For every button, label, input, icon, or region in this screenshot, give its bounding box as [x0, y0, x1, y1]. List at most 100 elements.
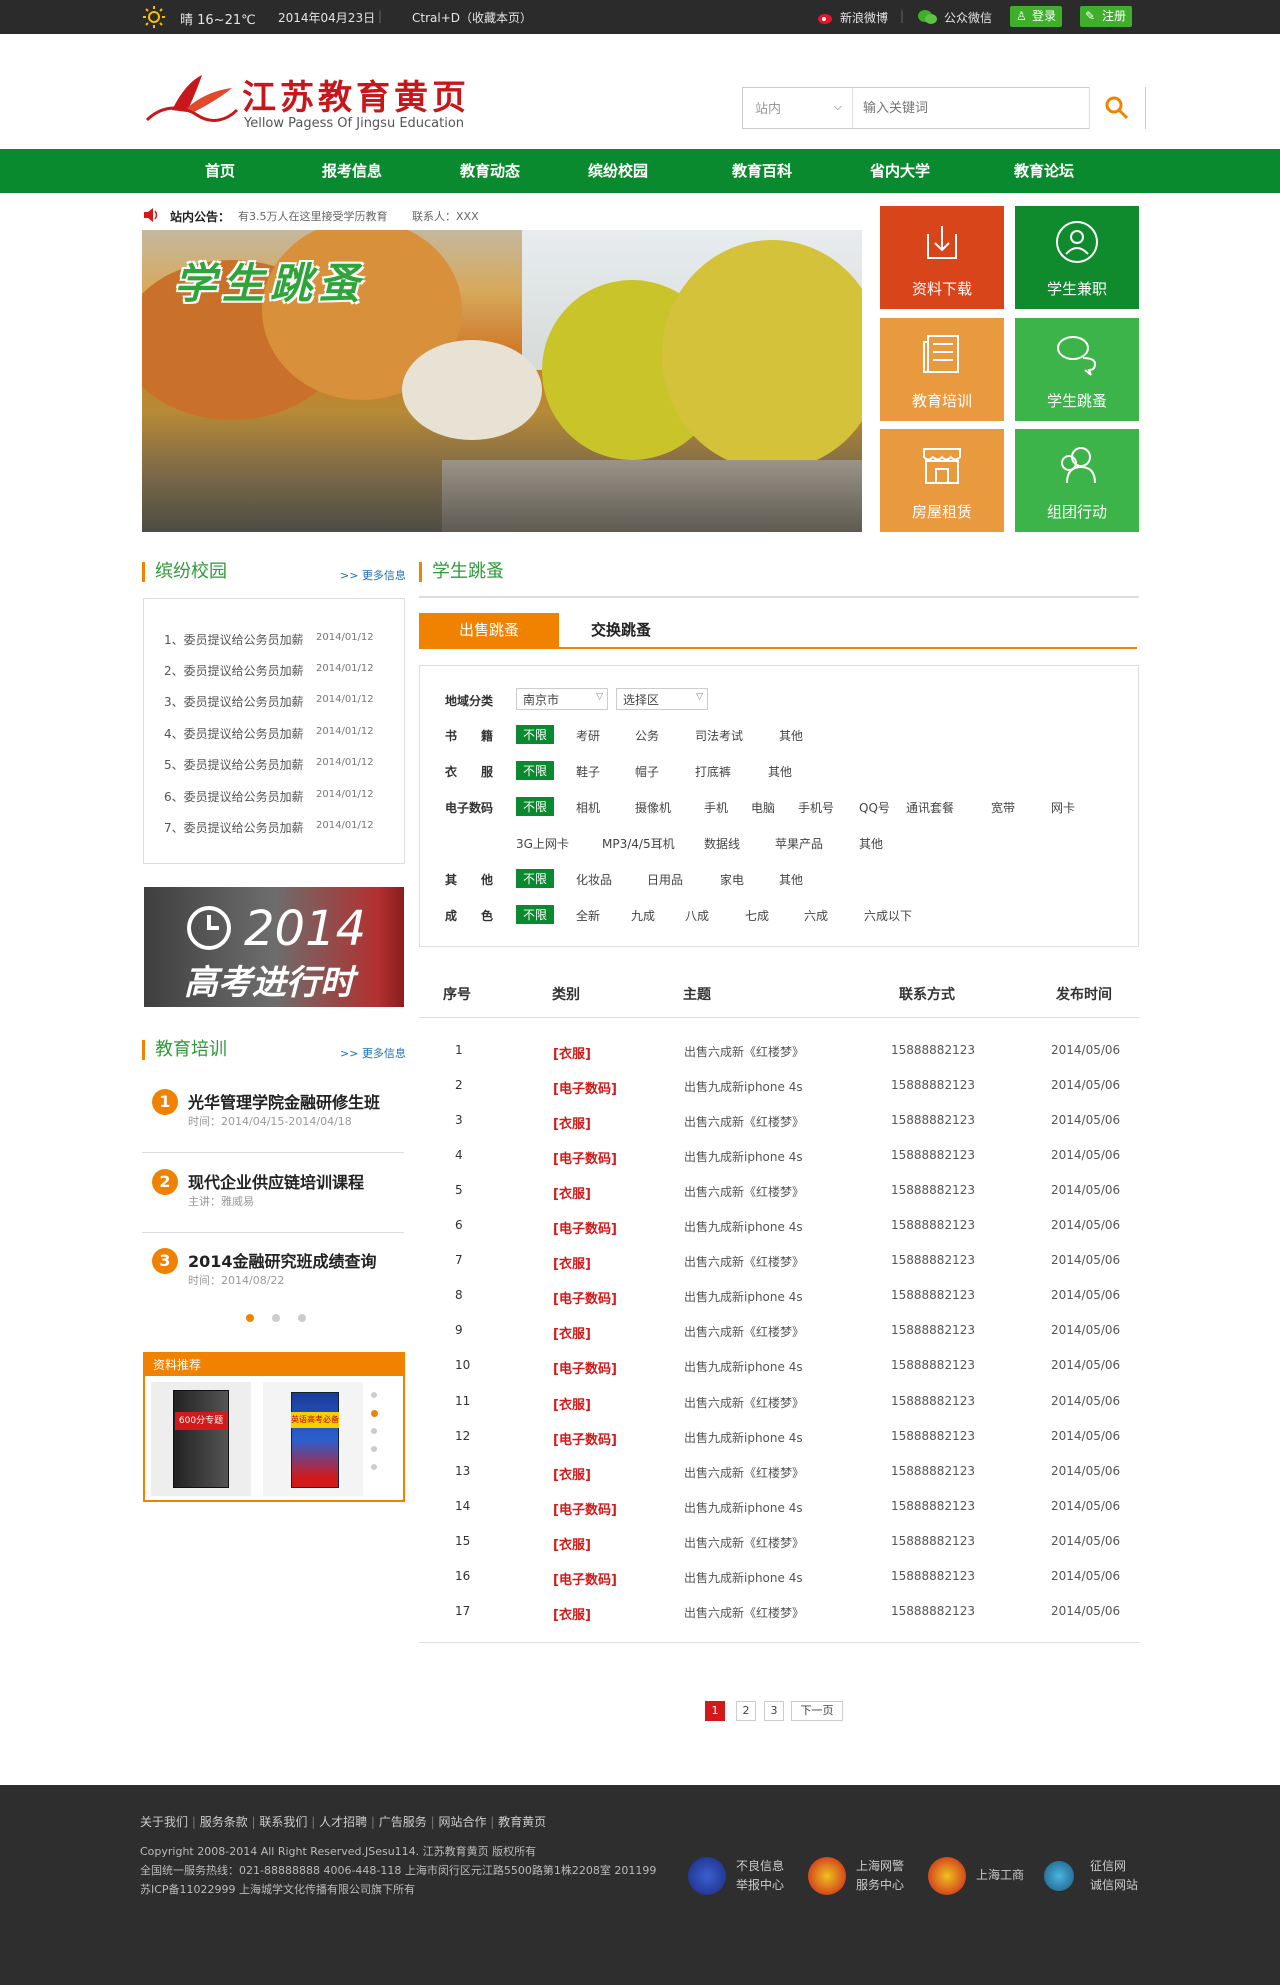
list-item[interactable]: 4、委员提议给公务员加薪 2014/01/12 — [164, 725, 394, 742]
cell-subject[interactable]: 出售六成新《红楼梦》 — [684, 1253, 804, 1270]
carousel-dot[interactable] — [371, 1428, 377, 1434]
carousel-dot-active[interactable] — [246, 1314, 254, 1322]
tile-parttime[interactable]: 学生兼职 — [1015, 206, 1139, 309]
filter-option[interactable]: 其他 — [859, 835, 883, 852]
book-cover[interactable]: 600分专题 — [151, 1382, 251, 1496]
table-row[interactable]: 2 [电子数码] 出售九成新iphone 4s 15888882123 2014/05/… — [419, 1078, 1139, 1113]
cell-subject[interactable]: 出售六成新《红楼梦》 — [684, 1464, 804, 1481]
cell-subject[interactable]: 出售九成新iphone 4s — [684, 1078, 803, 1095]
filter-active-clothes[interactable]: 不限 — [516, 761, 555, 780]
filter-option[interactable]: 公务 — [635, 727, 659, 744]
cell-subject[interactable]: 出售九成新iphone 4s — [684, 1499, 803, 1516]
filter-option[interactable]: 相机 — [576, 799, 600, 816]
cell-subject[interactable]: 出售九成新iphone 4s — [684, 1569, 803, 1586]
filter-option[interactable]: 全新 — [576, 907, 600, 924]
training-more-link[interactable]: >> 更多信息 — [340, 1045, 406, 1061]
search-input[interactable] — [863, 88, 1083, 128]
filter-option[interactable]: 六成以下 — [864, 907, 912, 924]
table-row[interactable]: 8 [电子数码] 出售九成新iphone 4s 15888882123 2014/05/… — [419, 1288, 1139, 1323]
filter-option[interactable]: 鞋子 — [576, 763, 600, 780]
footer-link[interactable]: 教育黄页 — [498, 1815, 546, 1829]
carousel-dot[interactable] — [371, 1446, 377, 1452]
cell-subject[interactable]: 出售九成新iphone 4s — [684, 1218, 803, 1235]
filter-option[interactable]: 帽子 — [635, 763, 659, 780]
table-row[interactable]: 4 [电子数码] 出售九成新iphone 4s 15888882123 2014/05/… — [419, 1148, 1139, 1183]
cell-subject[interactable]: 出售九成新iphone 4s — [684, 1358, 803, 1375]
filter-option[interactable]: 宽带 — [991, 799, 1015, 816]
footer-link[interactable]: 关于我们 — [140, 1815, 188, 1829]
filter-option[interactable]: 日用品 — [647, 871, 683, 888]
filter-option[interactable]: 其他 — [768, 763, 792, 780]
table-row[interactable]: 17 [衣服] 出售六成新《红楼梦》 15888882123 2014/05/06 — [419, 1604, 1139, 1639]
list-item[interactable]: 7、委员提议给公务员加薪 2014/01/12 — [164, 819, 394, 836]
table-row[interactable]: 13 [衣服] 出售六成新《红楼梦》 15888882123 2014/05/06 — [419, 1464, 1139, 1499]
training-item[interactable]: 1 光华管理学院金融研修生班 时间：2014/04/15-2014/04/18 — [142, 1083, 404, 1153]
filter-option[interactable]: 通讯套餐 — [906, 799, 954, 816]
table-row[interactable]: 1 [衣服] 出售六成新《红楼梦》 15888882123 2014/05/06 — [419, 1043, 1139, 1078]
nav-item-campus[interactable]: 缤纷校园 — [568, 149, 668, 193]
table-row[interactable]: 14 [电子数码] 出售九成新iphone 4s 15888882123 2014/05… — [419, 1499, 1139, 1534]
filter-option[interactable]: 电脑 — [751, 799, 775, 816]
table-row[interactable]: 3 [衣服] 出售六成新《红楼梦》 15888882123 2014/05/06 — [419, 1113, 1139, 1148]
tab-exchange[interactable]: 交换跳蚤 — [551, 613, 691, 647]
training-item[interactable]: 3 2014金融研究班成绩查询 时间：2014/08/22 — [142, 1242, 404, 1312]
tile-flea[interactable]: 学生跳蚤 — [1015, 318, 1139, 421]
list-item[interactable]: 5、委员提议给公务员加薪 2014/01/12 — [164, 756, 394, 773]
city-select[interactable]: 南京市 ▽ — [516, 688, 608, 710]
filter-active-other[interactable]: 不限 — [516, 869, 555, 888]
filter-option[interactable]: 其他 — [779, 871, 803, 888]
register-button[interactable]: ✎ 注册 — [1080, 6, 1133, 27]
filter-option[interactable]: 七成 — [745, 907, 769, 924]
campus-more-link[interactable]: >> 更多信息 — [340, 567, 406, 583]
table-row[interactable]: 11 [衣服] 出售六成新《红楼梦》 15888882123 2014/05/06 — [419, 1394, 1139, 1429]
filter-option[interactable]: 考研 — [576, 727, 600, 744]
filter-option[interactable]: 化妆品 — [576, 871, 612, 888]
cell-subject[interactable]: 出售六成新《红楼梦》 — [684, 1113, 804, 1130]
cell-subject[interactable]: 出售六成新《红楼梦》 — [684, 1534, 804, 1551]
page-1[interactable]: 1 — [705, 1701, 725, 1721]
filter-option[interactable]: 网卡 — [1051, 799, 1075, 816]
tile-rental[interactable]: 房屋租赁 — [880, 429, 1004, 532]
district-select[interactable]: 选择区 ▽ — [616, 688, 708, 710]
footer-link[interactable]: 网站合作 — [438, 1815, 486, 1829]
filter-option[interactable]: 打底裤 — [695, 763, 731, 780]
next-page-button[interactable]: 下一页 — [791, 1701, 843, 1721]
filter-option[interactable]: MP3/4/5耳机 — [602, 835, 675, 852]
table-row[interactable]: 7 [衣服] 出售六成新《红楼梦》 15888882123 2014/05/06 — [419, 1253, 1139, 1288]
nav-item-wiki[interactable]: 教育百科 — [712, 149, 812, 193]
training-item[interactable]: 2 现代企业供应链培训课程 主讲：雅威易 — [142, 1163, 404, 1233]
filter-option[interactable]: 手机号 — [798, 799, 834, 816]
weibo-link[interactable]: 新浪微博 — [840, 9, 888, 26]
filter-option[interactable]: 摄像机 — [635, 799, 671, 816]
filter-active-digital[interactable]: 不限 — [516, 797, 555, 816]
wechat-link[interactable]: 公众微信 — [944, 9, 992, 26]
bookmark-hint[interactable]: Ctral+D（收藏本页） — [412, 9, 532, 26]
table-row[interactable]: 12 [电子数码] 出售九成新iphone 4s 15888882123 2014/05… — [419, 1429, 1139, 1464]
book-cover[interactable]: 英语高考必备 — [263, 1382, 363, 1496]
filter-option[interactable]: 苹果产品 — [775, 835, 823, 852]
nav-item-universities[interactable]: 省内大学 — [850, 149, 950, 193]
cell-subject[interactable]: 出售六成新《红楼梦》 — [684, 1323, 804, 1340]
table-row[interactable]: 16 [电子数码] 出售九成新iphone 4s 15888882123 2014/05… — [419, 1569, 1139, 1604]
page-2[interactable]: 2 — [736, 1701, 756, 1721]
cell-subject[interactable]: 出售六成新《红楼梦》 — [684, 1183, 804, 1200]
filter-option[interactable]: 其他 — [779, 727, 803, 744]
filter-option[interactable]: QQ号 — [859, 799, 890, 816]
footer-link[interactable]: 服务条款 — [200, 1815, 248, 1829]
hero-banner[interactable]: 学生跳蚤 — [142, 230, 862, 532]
cell-subject[interactable]: 出售九成新iphone 4s — [684, 1429, 803, 1446]
filter-option[interactable]: 3G上网卡 — [516, 835, 569, 852]
cell-subject[interactable]: 出售九成新iphone 4s — [684, 1148, 803, 1165]
list-item[interactable]: 2、委员提议给公务员加薪 2014/01/12 — [164, 662, 394, 679]
table-row[interactable]: 15 [衣服] 出售六成新《红楼梦》 15888882123 2014/05/06 — [419, 1534, 1139, 1569]
filter-option[interactable]: 九成 — [631, 907, 655, 924]
search-scope-select[interactable]: 站内 ⌵ — [743, 88, 853, 128]
footer-link[interactable]: 广告服务 — [379, 1815, 427, 1829]
filter-option[interactable]: 家电 — [720, 871, 744, 888]
table-row[interactable]: 5 [衣服] 出售六成新《红楼梦》 15888882123 2014/05/06 — [419, 1183, 1139, 1218]
carousel-dot[interactable] — [298, 1314, 306, 1322]
tile-group[interactable]: 组团行动 — [1015, 429, 1139, 532]
carousel-dot-active[interactable] — [371, 1410, 378, 1417]
tile-training[interactable]: 教育培训 — [880, 318, 1004, 421]
nav-item-forum[interactable]: 教育论坛 — [994, 149, 1094, 193]
